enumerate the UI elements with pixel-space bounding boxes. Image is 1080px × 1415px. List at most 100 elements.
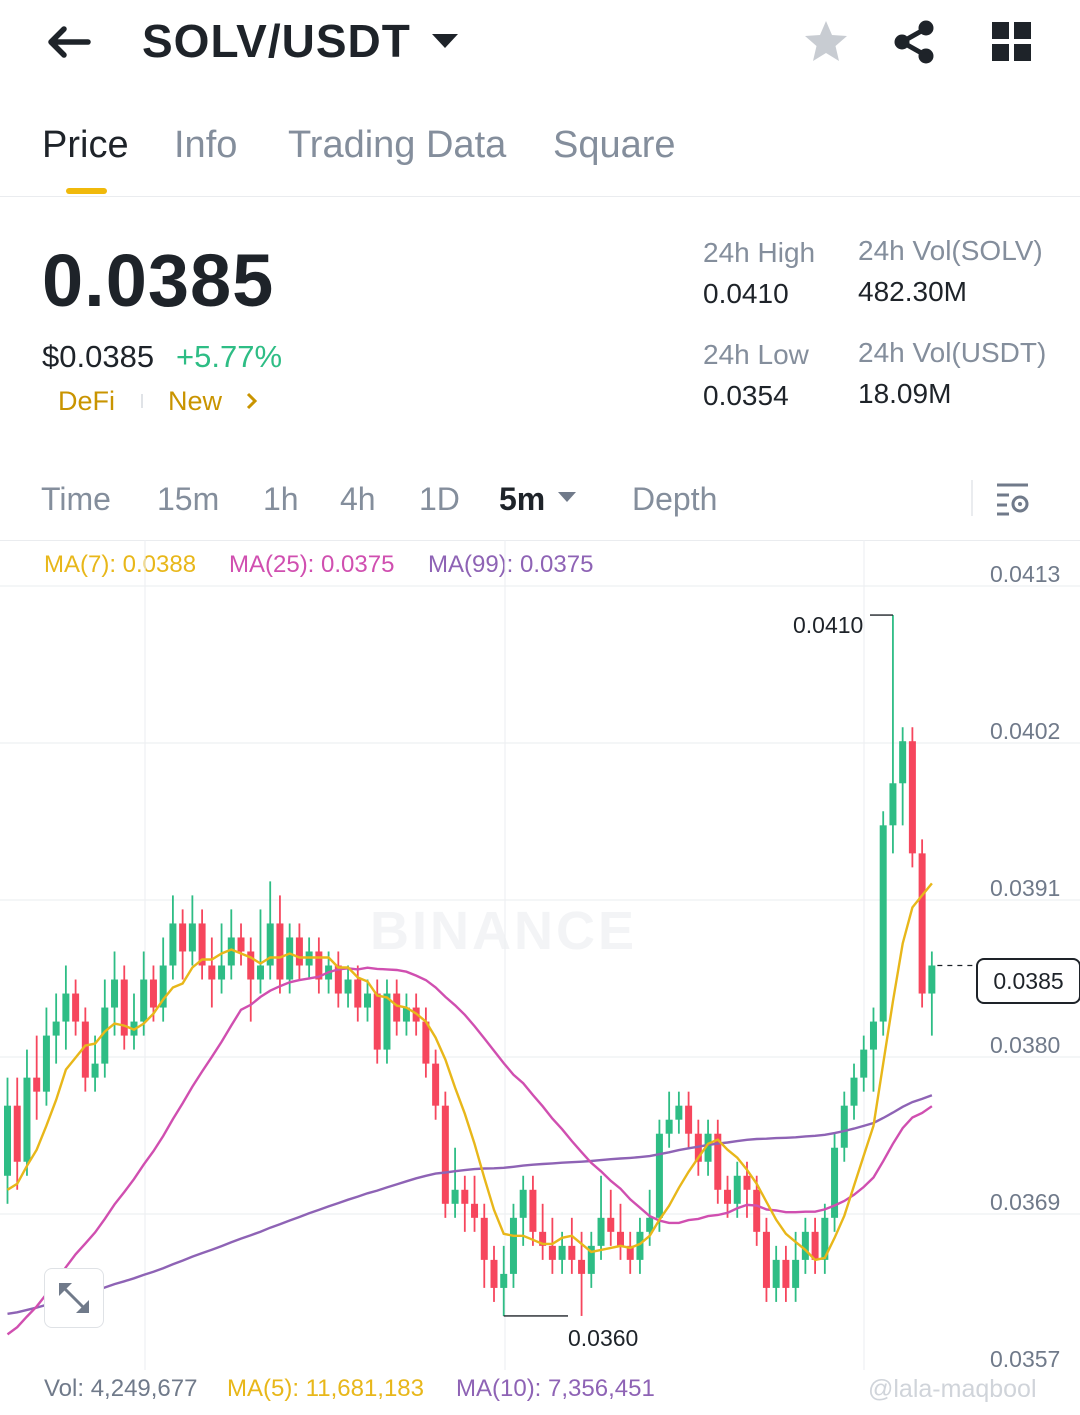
candle-body — [529, 1189, 537, 1232]
arrow-left-icon — [48, 26, 91, 58]
chart-settings-icon[interactable] — [995, 481, 1031, 517]
candle-body — [62, 993, 70, 1022]
candle-body — [685, 1105, 693, 1134]
vol-base-label: 24h Vol(SOLV) — [858, 235, 1043, 266]
candle-body — [364, 993, 372, 1008]
candle-body — [344, 979, 352, 994]
candle-body — [801, 1231, 809, 1260]
volume-ma10: MA(10): 7,356,451 — [456, 1375, 655, 1402]
fullscreen-button[interactable] — [44, 1268, 104, 1328]
candle-body — [850, 1077, 858, 1106]
candle-body — [753, 1189, 761, 1232]
tab-info[interactable]: Info — [174, 124, 237, 167]
candle-body — [928, 965, 936, 994]
candle-body — [169, 923, 177, 966]
candle-body — [568, 1245, 576, 1260]
y-tick-label: 0.0357 — [990, 1346, 1061, 1372]
candle-body — [13, 1105, 21, 1162]
candle-body — [480, 1217, 488, 1260]
candle-body — [724, 1189, 732, 1204]
candle-body — [500, 1273, 508, 1288]
candle-body — [256, 965, 264, 980]
high-label: 24h High — [703, 237, 816, 268]
chevron-right-icon[interactable] — [244, 392, 260, 410]
candle-body — [354, 979, 362, 1008]
candle-body — [548, 1245, 556, 1260]
interval-depth[interactable]: Depth — [632, 481, 717, 518]
interval-4h[interactable]: 4h — [340, 481, 376, 518]
chevron-down-icon[interactable] — [432, 34, 458, 48]
candle-body — [4, 1105, 11, 1176]
candle-body — [665, 1119, 673, 1134]
price-change: +5.77% — [176, 339, 283, 374]
interval-5m[interactable]: 5m — [499, 481, 545, 518]
tab-price[interactable]: Price — [42, 124, 129, 167]
candle-body — [140, 979, 148, 1022]
candle-body — [208, 965, 216, 980]
candle-body — [879, 825, 887, 1022]
candle-body — [111, 979, 119, 1008]
low-label: 24h Low — [703, 339, 809, 370]
candle-body — [675, 1105, 683, 1120]
share-button[interactable] — [890, 18, 938, 66]
candle-body — [655, 1133, 663, 1218]
back-button[interactable] — [40, 18, 100, 68]
candle-body — [889, 783, 897, 826]
candle-body — [840, 1105, 848, 1148]
candle-body — [237, 937, 245, 952]
candle-body — [295, 937, 303, 966]
candle-body — [218, 965, 226, 980]
candle-body — [23, 1077, 31, 1162]
candle-body — [383, 993, 391, 1050]
candle-body — [461, 1189, 469, 1204]
chevron-down-icon[interactable] — [558, 492, 576, 502]
favorite-button[interactable] — [802, 18, 850, 66]
grid-icon — [992, 22, 1031, 61]
candle-body — [276, 923, 284, 980]
interval-1h[interactable]: 1h — [263, 481, 299, 518]
candle-body — [782, 1259, 790, 1288]
high-mark-label: 0.0410 — [793, 612, 864, 638]
interval-15m[interactable]: 15m — [157, 481, 219, 518]
candle-body — [860, 1049, 868, 1078]
candle-body — [432, 1063, 440, 1106]
candle-body — [72, 993, 80, 1022]
candle-body — [393, 993, 401, 1022]
active-tab-indicator — [66, 188, 107, 194]
candlestick-chart[interactable] — [0, 540, 1080, 1370]
candle-body — [558, 1245, 566, 1260]
candle-body — [471, 1203, 479, 1218]
candle-body — [441, 1105, 449, 1204]
current-price-label: 0.0385 — [976, 958, 1080, 1004]
star-icon — [805, 21, 847, 61]
candle-body — [509, 1217, 517, 1274]
candle-body — [597, 1217, 605, 1246]
usd-price: $0.0385 — [42, 339, 155, 374]
vol-quote-label: 24h Vol(USDT) — [858, 337, 1047, 368]
vol-quote-value: 18.09M — [858, 378, 952, 409]
y-tick-label: 0.0369 — [990, 1189, 1061, 1215]
y-tick-label: 0.0402 — [990, 718, 1061, 744]
credit-watermark: @lala-maqbool — [868, 1375, 1037, 1403]
candle-body — [918, 853, 926, 994]
tabs-divider — [0, 196, 1080, 197]
pair-title[interactable]: SOLV/USDT — [142, 14, 411, 68]
ma7-line — [6, 882, 933, 1262]
interval-1d[interactable]: 1D — [419, 481, 460, 518]
tab-square[interactable]: Square — [553, 124, 676, 167]
candle-body — [519, 1189, 527, 1218]
candle-body — [908, 741, 916, 854]
menu-button[interactable] — [990, 20, 1034, 64]
volume-ma5: MA(5): 11,681,183 — [227, 1375, 425, 1402]
candle-body — [373, 993, 381, 1050]
candle-body — [188, 923, 196, 952]
tab-trading-data[interactable]: Trading Data — [288, 124, 506, 167]
interval-time[interactable]: Time — [41, 481, 111, 518]
tag-defi[interactable]: DeFi — [58, 386, 115, 417]
low-value: 0.0354 — [703, 380, 789, 411]
interval-divider — [971, 480, 973, 516]
candle-body — [616, 1231, 624, 1246]
tag-new[interactable]: New — [168, 386, 222, 417]
volume-value: Vol: 4,249,677 — [44, 1375, 198, 1402]
candle-body — [772, 1259, 780, 1288]
